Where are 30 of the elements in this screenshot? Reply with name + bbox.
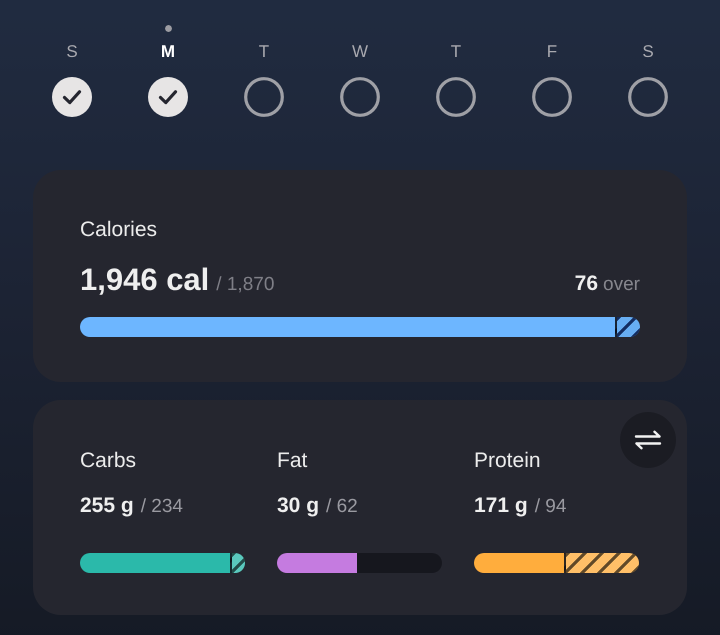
macro-name: Fat [277, 449, 308, 473]
calories-goal: / 1,870 [216, 274, 274, 295]
macro-name: Carbs [80, 449, 136, 473]
empty-circle-icon[interactable] [340, 77, 380, 117]
macro-goal: / 234 [140, 495, 183, 519]
macro-goal: / 94 [534, 495, 566, 519]
day-label[interactable]: T [258, 42, 270, 62]
empty-circle-icon[interactable] [244, 77, 284, 117]
swap-arrows-icon [634, 430, 662, 450]
check-circle-icon[interactable] [52, 77, 92, 117]
calories-title: Calories [80, 218, 158, 242]
check-circle-icon[interactable] [148, 77, 188, 117]
empty-circle-icon[interactable] [628, 77, 668, 117]
selected-dot-icon [164, 25, 172, 32]
day-label[interactable]: S [66, 42, 78, 62]
day-label[interactable]: S [642, 42, 654, 62]
over-label: over [603, 274, 640, 295]
empty-circle-icon[interactable] [436, 77, 476, 117]
empty-circle-icon[interactable] [532, 77, 572, 117]
day-label[interactable]: T [450, 42, 462, 62]
day-label[interactable]: W [352, 42, 368, 62]
day-label[interactable]: M [160, 42, 176, 62]
calories-value: 1,946 cal [80, 262, 210, 297]
day-label[interactable]: F [546, 42, 558, 62]
macro-value: 171 g [474, 494, 528, 518]
macro-value: 30 g [277, 494, 320, 518]
macro-goal: / 62 [326, 495, 358, 519]
over-amount: 76 [574, 272, 598, 295]
macro-name: Protein [474, 449, 541, 473]
macro-value: 255 g [80, 494, 134, 518]
